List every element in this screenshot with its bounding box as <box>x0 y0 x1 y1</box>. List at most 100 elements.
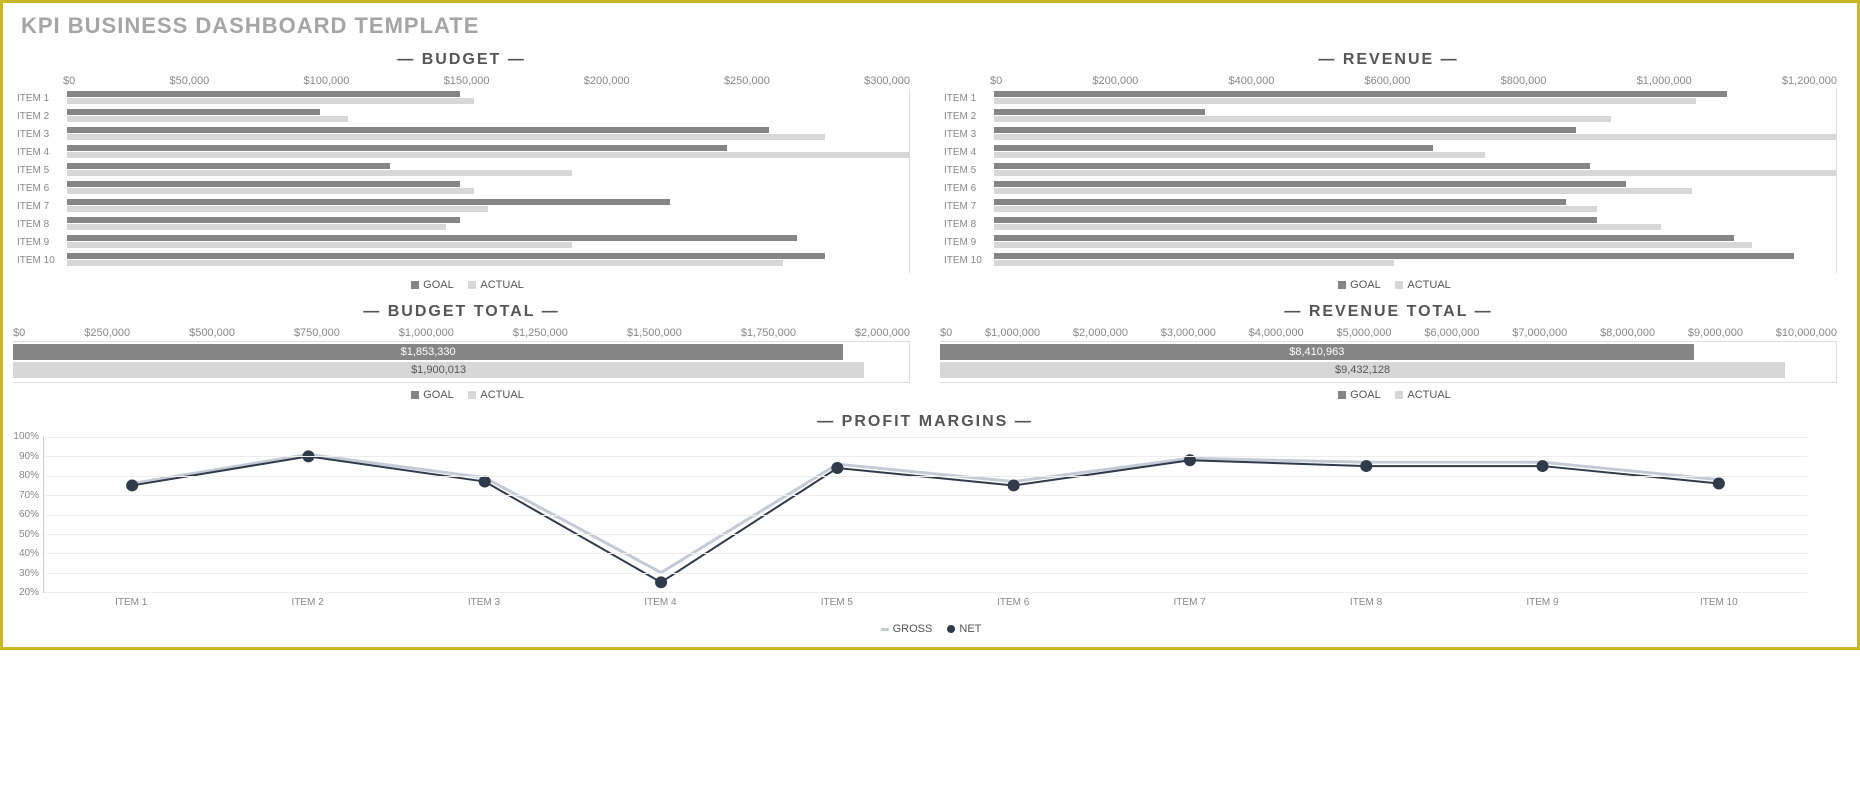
bar-actual <box>994 224 1661 230</box>
revenue-total-chart: — REVENUE TOTAL — $0$1,000,000$2,000,000… <box>930 295 1857 405</box>
bar-actual <box>994 98 1696 104</box>
bar-goal <box>67 145 727 151</box>
bar-goal <box>67 253 825 259</box>
bar-actual <box>67 116 348 122</box>
bar-goal <box>67 163 390 169</box>
bar-goal <box>994 181 1626 187</box>
y-label: ITEM 5 <box>940 165 994 176</box>
dashboard-frame: KPI BUSINESS DASHBOARD TEMPLATE — BUDGET… <box>0 0 1860 650</box>
table-row: ITEM 2 <box>940 107 1836 125</box>
bar-actual-total: $9,432,128 <box>940 362 1785 378</box>
y-label: ITEM 1 <box>13 93 67 104</box>
bar-goal <box>994 235 1734 241</box>
bar-goal-total: $1,853,330 <box>13 344 843 360</box>
table-row: ITEM 3 <box>940 125 1836 143</box>
bar-actual <box>67 188 474 194</box>
table-row: ITEM 1 <box>940 89 1836 107</box>
row-budget-revenue: — BUDGET — $0$50,000$100,000$150,000$200… <box>3 43 1857 295</box>
y-label: ITEM 3 <box>13 129 67 140</box>
table-row: ITEM 7 <box>940 197 1836 215</box>
revenue-total-legend: GOAL ACTUAL <box>940 389 1837 401</box>
table-row: ITEM 8 <box>940 215 1836 233</box>
table-row: ITEM 10 <box>13 251 909 269</box>
table-row: ITEM 4 <box>13 143 909 161</box>
revenue-title: — REVENUE — <box>940 51 1837 69</box>
bar-goal-total: $8,410,963 <box>940 344 1694 360</box>
bar-actual <box>67 242 572 248</box>
table-row: ITEM 7 <box>13 197 909 215</box>
bar-goal <box>994 109 1205 115</box>
table-row: ITEM 1 <box>13 89 909 107</box>
table-row: ITEM 6 <box>940 179 1836 197</box>
y-label: ITEM 4 <box>13 147 67 158</box>
y-label: ITEM 8 <box>13 219 67 230</box>
budget-total-title: — BUDGET TOTAL — <box>13 303 910 321</box>
bar-actual <box>67 170 572 176</box>
bar-actual <box>67 224 446 230</box>
table-row: ITEM 8 <box>13 215 909 233</box>
table-row: ITEM 3 <box>13 125 909 143</box>
bar-actual-total: $1,900,013 <box>13 362 864 378</box>
bar-actual <box>994 206 1597 212</box>
table-row: ITEM 5 <box>13 161 909 179</box>
bar-goal <box>67 91 460 97</box>
budget-total-chart: — BUDGET TOTAL — $0$250,000$500,000$750,… <box>3 295 930 405</box>
revenue-plot: $0$200,000$400,000$600,000$800,000$1,000… <box>940 75 1837 273</box>
bar-goal <box>67 109 320 115</box>
bar-goal <box>67 127 769 133</box>
bar-actual <box>994 242 1752 248</box>
bar-actual <box>994 116 1611 122</box>
bar-goal <box>67 217 460 223</box>
bar-actual <box>994 134 1836 140</box>
y-label: ITEM 7 <box>940 201 994 212</box>
y-label: ITEM 5 <box>13 165 67 176</box>
table-row: ITEM 10 <box>940 251 1836 269</box>
bar-goal <box>67 199 670 205</box>
bar-goal <box>67 181 460 187</box>
bar-goal <box>994 163 1590 169</box>
bar-actual <box>994 260 1394 266</box>
bar-goal <box>994 217 1597 223</box>
bar-actual <box>994 170 1836 176</box>
bar-goal <box>994 145 1433 151</box>
bar-goal <box>994 91 1727 97</box>
budget-chart: — BUDGET — $0$50,000$100,000$150,000$200… <box>3 43 930 295</box>
profit-title: — PROFIT MARGINS — <box>13 413 1837 431</box>
y-label: ITEM 7 <box>13 201 67 212</box>
row-totals: — BUDGET TOTAL — $0$250,000$500,000$750,… <box>3 295 1857 405</box>
table-row: ITEM 9 <box>13 233 909 251</box>
bar-goal <box>67 235 797 241</box>
y-label: ITEM 10 <box>13 255 67 266</box>
revenue-total-title: — REVENUE TOTAL — <box>940 303 1837 321</box>
bar-actual <box>67 206 488 212</box>
y-label: ITEM 2 <box>940 111 994 122</box>
budget-total-legend: GOAL ACTUAL <box>13 389 910 401</box>
revenue-legend: GOAL ACTUAL <box>940 279 1837 291</box>
y-label: ITEM 3 <box>940 129 994 140</box>
budget-title: — BUDGET — <box>13 51 910 69</box>
profit-margins-chart: — PROFIT MARGINS — 100%90%80%70%60%50%40… <box>3 405 1857 639</box>
revenue-chart: — REVENUE — $0$200,000$400,000$600,000$8… <box>930 43 1857 295</box>
y-label: ITEM 4 <box>940 147 994 158</box>
y-label: ITEM 10 <box>940 255 994 266</box>
bar-actual <box>67 98 474 104</box>
y-label: ITEM 9 <box>13 237 67 248</box>
bar-actual <box>67 152 909 158</box>
profit-legend: GROSS NET <box>13 623 1837 635</box>
bar-actual <box>994 188 1692 194</box>
y-label: ITEM 1 <box>940 93 994 104</box>
profit-plot: 100%90%80%70%60%50%40%30%20% ITEM 1ITEM … <box>43 437 1807 617</box>
budget-legend: GOAL ACTUAL <box>13 279 910 291</box>
y-label: ITEM 8 <box>940 219 994 230</box>
bar-actual <box>67 134 825 140</box>
y-label: ITEM 2 <box>13 111 67 122</box>
bar-actual <box>67 260 783 266</box>
table-row: ITEM 5 <box>940 161 1836 179</box>
table-row: ITEM 4 <box>940 143 1836 161</box>
y-label: ITEM 6 <box>940 183 994 194</box>
y-label: ITEM 6 <box>13 183 67 194</box>
bar-actual <box>994 152 1485 158</box>
table-row: ITEM 9 <box>940 233 1836 251</box>
table-row: ITEM 6 <box>13 179 909 197</box>
bar-goal <box>994 253 1794 259</box>
